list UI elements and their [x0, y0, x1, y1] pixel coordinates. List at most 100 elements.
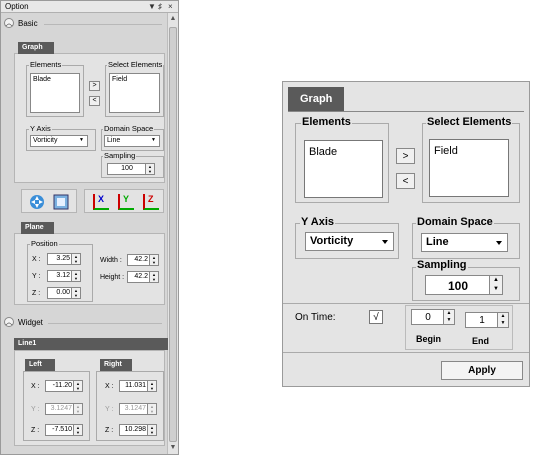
fit-view-icon[interactable] [53, 194, 69, 210]
plane-x-input[interactable]: 3.25 ▲ ▼ [47, 253, 81, 265]
x-stepper[interactable]: ▲ ▼ [71, 253, 81, 265]
collapse-icon[interactable]: ︿ [4, 18, 14, 28]
elements-list[interactable]: Blade [30, 73, 80, 113]
scroll-thumb[interactable] [169, 27, 177, 442]
left-z-stepper[interactable]: ▲ ▼ [73, 424, 83, 436]
chevron-down-icon: ▼ [79, 137, 84, 143]
y-axis-letter: Y [123, 194, 130, 204]
divider [44, 24, 162, 25]
tab-right[interactable]: Right [100, 359, 132, 371]
plane-z-value: 0.00 [56, 289, 70, 296]
right-y-input: 3.1247 ▲ ▼ [119, 403, 157, 415]
right-y-stepper: ▲ ▼ [147, 403, 157, 415]
width-stepper[interactable]: ▲ ▼ [149, 254, 159, 266]
add-button[interactable]: > [396, 148, 415, 164]
remove-button[interactable]: < [89, 96, 100, 106]
panel-title-bar: Option ▼ ♯ × [1, 1, 178, 13]
plane-y-input[interactable]: 3.12 ▲ ▼ [47, 270, 81, 282]
basic-section-label: Basic [18, 19, 38, 28]
list-item[interactable]: Blade [309, 146, 337, 158]
scroll-down-icon[interactable]: ▼ [168, 443, 178, 453]
domain-space-label: Domain Space [103, 124, 155, 133]
domain-space-select[interactable]: Line ▼ [104, 135, 160, 147]
right-z-label: Z : [105, 427, 114, 434]
plane-z-input[interactable]: 0.00 ▲ ▼ [47, 287, 81, 299]
tab-left[interactable]: Left [25, 359, 55, 371]
begin-label: Begin [416, 334, 442, 344]
begin-input[interactable]: 0 ▲ ▼ [411, 309, 455, 325]
y-stepper[interactable]: ▲ ▼ [71, 270, 81, 282]
dropdown-icon[interactable]: ▼ [148, 2, 156, 11]
select-elements-list[interactable]: Field [109, 73, 160, 113]
axis-toolbar: X Y Z [84, 189, 164, 213]
sampling-input[interactable]: 100 ▲ ▼ [425, 275, 503, 295]
elements-label: Elements [29, 60, 63, 69]
begin-stepper[interactable]: ▲ ▼ [443, 309, 455, 325]
select-elements-list[interactable]: Field [429, 139, 509, 197]
z-axis-icon[interactable]: Z [143, 194, 159, 210]
widget-section-header[interactable]: ︿ Widget [4, 317, 164, 329]
right-x-input[interactable]: 11.031 ▲ ▼ [119, 380, 157, 392]
end-label: End [472, 336, 489, 346]
elements-list[interactable]: Blade [304, 140, 383, 198]
left-x-input[interactable]: -11.20 ▲ ▼ [45, 380, 83, 392]
tab-line1[interactable]: Line1 [14, 338, 168, 350]
end-stepper[interactable]: ▲ ▼ [497, 312, 509, 328]
move-icon[interactable] [29, 194, 45, 210]
y-axis-icon[interactable]: Y [118, 194, 134, 210]
height-stepper[interactable]: ▲ ▼ [149, 271, 159, 283]
on-time-checkbox[interactable]: √ [369, 310, 383, 324]
divider [283, 303, 529, 304]
apply-button[interactable]: Apply [441, 361, 523, 380]
sampling-value: 100 [121, 165, 133, 172]
tab-graph[interactable]: Graph [288, 87, 344, 111]
left-z-input[interactable]: -7.510 ▲ ▼ [45, 424, 83, 436]
select-elements-label: Select Elements [107, 60, 164, 69]
tab-plane[interactable]: Plane [21, 222, 54, 234]
y-axis-value: Vorticity [310, 235, 354, 247]
end-value: 1 [479, 315, 485, 326]
left-x-value: -11.20 [52, 382, 72, 389]
pin-icon[interactable]: ♯ [158, 2, 162, 11]
left-y-stepper: ▲ ▼ [73, 403, 83, 415]
y-axis-select[interactable]: Vorticity [305, 232, 394, 251]
height-input[interactable]: 42.2 ▲ ▼ [127, 271, 159, 283]
sampling-stepper[interactable]: ▲ ▼ [489, 275, 503, 295]
z-stepper[interactable]: ▲ ▼ [71, 287, 81, 299]
right-x-stepper[interactable]: ▲ ▼ [147, 380, 157, 392]
scroll-up-icon[interactable]: ▲ [168, 14, 178, 24]
chevron-down-icon [382, 240, 388, 244]
view-toolbar [21, 189, 77, 213]
right-z-stepper[interactable]: ▲ ▼ [147, 424, 157, 436]
list-item[interactable]: Field [434, 145, 458, 157]
add-button[interactable]: > [89, 81, 100, 91]
width-label: Width : [100, 257, 122, 264]
end-input[interactable]: 1 ▲ ▼ [465, 312, 509, 328]
remove-button[interactable]: < [396, 173, 415, 189]
list-item[interactable]: Field [112, 76, 127, 83]
tab-underline [288, 111, 524, 112]
width-input[interactable]: 42.2 ▲ ▼ [127, 254, 159, 266]
sampling-stepper[interactable]: ▲ ▼ [145, 163, 155, 175]
x-axis-icon[interactable]: X [93, 194, 109, 210]
select-elements-label: Select Elements [426, 116, 513, 128]
left-x-stepper[interactable]: ▲ ▼ [73, 380, 83, 392]
domain-space-value: Line [107, 137, 121, 144]
tab-graph[interactable]: Graph [18, 42, 54, 54]
left-y-value: 3.1247 [50, 405, 72, 412]
panel-title: Option [5, 2, 29, 11]
right-z-input[interactable]: 10.298 ▲ ▼ [119, 424, 157, 436]
list-item[interactable]: Blade [33, 76, 51, 83]
begin-value: 0 [425, 312, 431, 323]
collapse-icon[interactable]: ︿ [4, 317, 14, 327]
sampling-input[interactable]: 100 ▲ ▼ [107, 163, 155, 175]
right-z-value: 10.298 [124, 426, 146, 433]
left-x-label: X : [31, 383, 40, 390]
basic-section-header[interactable]: ︿ Basic [4, 18, 164, 30]
y-axis-select[interactable]: Vorticity ▼ [30, 135, 88, 147]
domain-space-select[interactable]: Line [421, 233, 508, 252]
close-icon[interactable]: × [168, 2, 173, 11]
chevron-down-icon [496, 241, 502, 245]
left-y-label: Y : [31, 406, 40, 413]
panel-scrollbar[interactable]: ▲ ▼ [167, 13, 178, 454]
